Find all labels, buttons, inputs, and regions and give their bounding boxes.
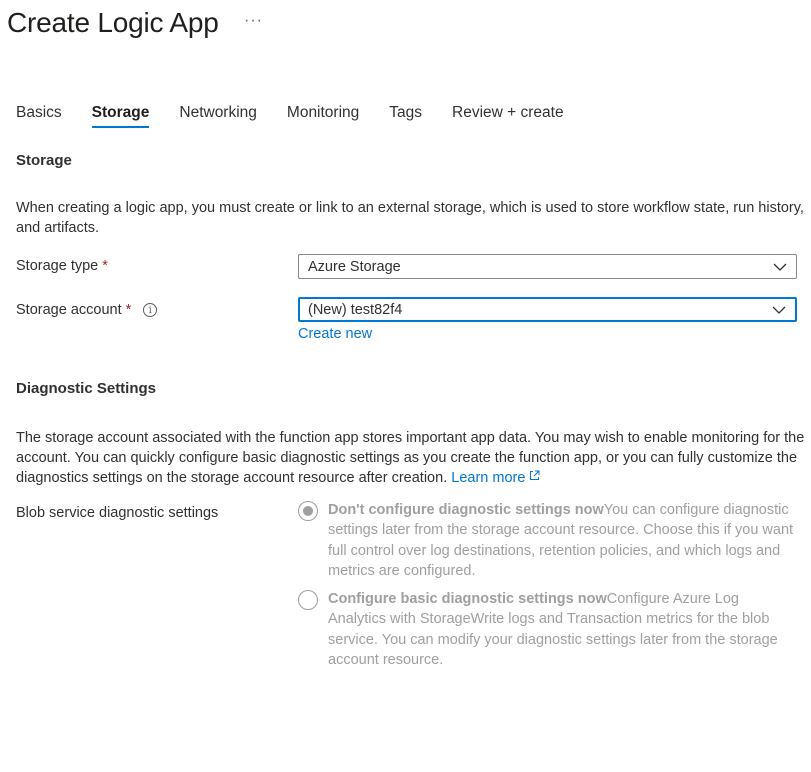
option-title: Don't configure diagnostic settings now bbox=[328, 502, 604, 518]
learn-more-link[interactable]: Learn more bbox=[451, 470, 540, 486]
tab-storage[interactable]: Storage bbox=[91, 104, 149, 128]
radio-dont-configure[interactable]: Don't configure diagnostic settings nowY… bbox=[298, 500, 798, 581]
more-options-button[interactable]: ··· bbox=[244, 12, 263, 30]
info-icon[interactable]: i bbox=[143, 303, 158, 317]
tab-review-create[interactable]: Review + create bbox=[452, 104, 564, 128]
blob-diagnostic-label: Blob service diagnostic settings bbox=[16, 505, 219, 521]
storage-account-value: (New) test82f4 bbox=[308, 301, 403, 318]
blob-diagnostic-radio-group: Don't configure diagnostic settings nowY… bbox=[298, 500, 798, 678]
storage-type-label-text: Storage type bbox=[16, 258, 99, 274]
radio-button-unchecked[interactable] bbox=[298, 590, 318, 611]
required-marker: * bbox=[102, 258, 108, 274]
chevron-down-icon bbox=[773, 263, 787, 271]
tab-basics[interactable]: Basics bbox=[16, 104, 62, 128]
storage-type-dropdown[interactable]: Azure Storage bbox=[298, 254, 797, 279]
storage-type-label: Storage type * bbox=[16, 258, 108, 274]
option-title: Configure basic diagnostic settings now bbox=[328, 591, 607, 608]
radio-dont-configure-label: Don't configure diagnostic settings nowY… bbox=[328, 500, 798, 581]
tab-bar: Basics Storage Networking Monitoring Tag… bbox=[16, 104, 594, 128]
tab-tags[interactable]: Tags bbox=[389, 104, 422, 128]
storage-section-title: Storage bbox=[16, 152, 72, 169]
diagnostic-description-text: The storage account associated with the … bbox=[16, 430, 805, 486]
diagnostic-description: The storage account associated with the … bbox=[16, 428, 808, 488]
tab-monitoring[interactable]: Monitoring bbox=[287, 104, 359, 128]
diagnostic-section-title: Diagnostic Settings bbox=[16, 380, 157, 397]
radio-configure-basic-label: Configure basic diagnostic settings nowC… bbox=[328, 589, 798, 670]
tab-networking[interactable]: Networking bbox=[179, 104, 257, 128]
external-link-icon bbox=[530, 470, 540, 480]
required-marker: * bbox=[125, 302, 132, 318]
storage-description: When creating a logic app, you must crea… bbox=[16, 200, 804, 236]
create-new-link[interactable]: Create new bbox=[298, 326, 372, 342]
page-title: Create Logic App bbox=[7, 7, 219, 38]
storage-account-label: Storage account * i bbox=[16, 302, 158, 318]
storage-account-label-text: Storage account bbox=[16, 302, 122, 318]
chevron-down-icon bbox=[772, 306, 786, 314]
radio-configure-basic[interactable]: Configure basic diagnostic settings nowC… bbox=[298, 589, 798, 670]
storage-type-value: Azure Storage bbox=[308, 258, 401, 275]
radio-button-checked[interactable] bbox=[298, 501, 318, 521]
storage-account-dropdown[interactable]: (New) test82f4 bbox=[298, 297, 797, 322]
